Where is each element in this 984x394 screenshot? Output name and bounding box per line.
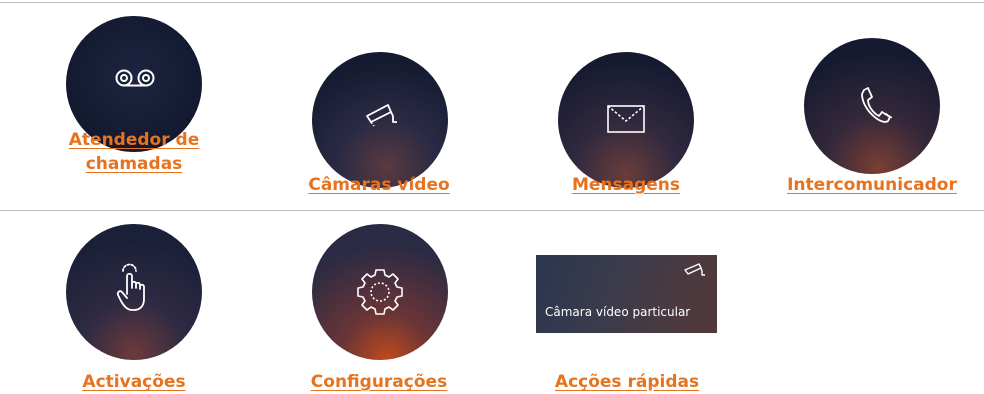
security-camera-icon <box>684 263 705 276</box>
settings-circle-button[interactable] <box>312 224 448 360</box>
intercom-tile[interactable] <box>804 38 940 174</box>
messages-circle-button[interactable] <box>558 52 694 188</box>
settings-tile[interactable] <box>312 224 448 360</box>
video-cameras-tile[interactable] <box>312 52 448 188</box>
settings-label[interactable]: Configurações <box>274 370 484 394</box>
quick-action-camera-widget[interactable]: Câmara vídeo particular <box>536 255 717 333</box>
top-divider <box>0 2 984 3</box>
video-cameras-circle-button[interactable] <box>312 52 448 188</box>
activations-label[interactable]: Activações <box>54 370 214 394</box>
quick-action-widget-text: Câmara vídeo particular <box>545 305 691 319</box>
activations-circle-button[interactable] <box>66 224 202 360</box>
answering-machine-label-line2[interactable]: chamadas <box>54 152 214 176</box>
activations-tile[interactable] <box>66 224 202 360</box>
messages-label[interactable]: Mensagens <box>516 173 736 197</box>
video-cameras-label[interactable]: Câmaras vídeo <box>274 173 484 197</box>
intercom-label[interactable]: Intercomunicador <box>762 173 982 197</box>
answering-machine-label-line1[interactable]: Atendedor de <box>54 128 214 152</box>
messages-tile[interactable] <box>558 52 694 188</box>
answering-machine-label[interactable]: Atendedor de chamadas <box>54 128 214 176</box>
intercom-circle-button[interactable] <box>804 38 940 174</box>
quick-actions-label[interactable]: Acções rápidas <box>520 370 734 394</box>
middle-divider <box>0 210 984 211</box>
